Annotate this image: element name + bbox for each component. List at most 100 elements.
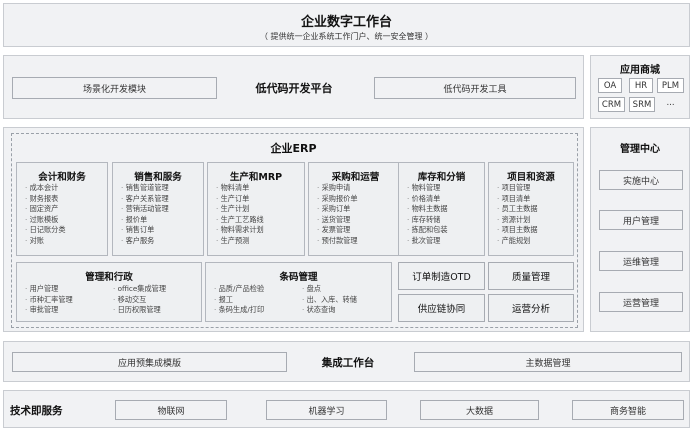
list-item: 财务报表 — [25, 194, 66, 205]
list-item: 价格清单 — [407, 194, 448, 205]
list-item: 生产订单 — [216, 194, 264, 205]
list-item: 资源计划 — [497, 215, 538, 226]
erp-panel: 企业ERP 会计和财务 成本会计 财务报表 固定资产 过账模板 日记账分类 对账… — [3, 127, 584, 332]
list-item: 过账模板 — [25, 215, 66, 226]
digital-workbench-subtitle: （ 提供统一企业系统工作门户、统一安全管理 ） — [259, 32, 434, 41]
list-item: 审批管理 — [25, 305, 73, 316]
module-production-mrp[interactable]: 生产和MRP 物料清单 生产订单 生产计划 生产工艺路线 物料需求计划 生产预测 — [207, 162, 305, 256]
list-item: 成本会计 — [25, 183, 66, 194]
operations-analysis-box[interactable]: 运营分析 — [488, 294, 574, 322]
list-item: 报工 — [214, 295, 264, 306]
digital-workbench-banner: 企业数字工作台 （ 提供统一企业系统工作门户、统一安全管理 ） — [3, 3, 690, 47]
list-item: 固定资产 — [25, 204, 66, 215]
list-item: 发票管理 — [317, 225, 358, 236]
list-item: 库存转储 — [407, 215, 448, 226]
list-item: 物料需求计划 — [216, 225, 264, 236]
app-crm-tile[interactable]: CRM — [598, 97, 625, 112]
machine-learning-box[interactable]: 机器学习 — [266, 400, 387, 420]
list-item: 出、入库、转储 — [302, 295, 357, 306]
lowcode-platform-title: 低代码开发平台 — [255, 82, 333, 95]
list-item: 采购申请 — [317, 183, 358, 194]
erp-title: 企业ERP — [270, 142, 317, 155]
list-item: 日记账分类 — [25, 225, 66, 236]
list-item: 员工主数据 — [497, 204, 538, 215]
list-item: 用户管理 — [25, 284, 73, 295]
module-admin[interactable]: 管理和行政 用户管理 币种汇率管理 审批管理 office集成管理 移动交互 日… — [16, 262, 202, 322]
module-item-list: 品质/产品检验 报工 条码生成/打印 — [214, 284, 265, 316]
module-item-list: 物料管理 价格清单 物料主数据 库存转储 拣配和包装 批次管理 — [407, 183, 448, 247]
list-item: 条码生成/打印 — [214, 305, 265, 316]
iot-box[interactable]: 物联网 — [115, 400, 227, 420]
app-hr-tile[interactable]: HR — [629, 78, 653, 93]
business-intelligence-box[interactable]: 商务智能 — [572, 400, 684, 420]
list-item: 产能规划 — [497, 236, 538, 247]
list-item: 营销活动管理 — [121, 204, 169, 215]
list-item: 生产工艺路线 — [216, 215, 264, 226]
module-sales-service[interactable]: 销售和服务 销售管道管理 客户关系管理 营销活动管理 报价单 销售订单 客户服务 — [112, 162, 204, 256]
module-title: 销售和服务 — [134, 172, 182, 183]
order-manufacturing-otd-box[interactable]: 订单制造OTD — [398, 262, 485, 290]
module-accounting-finance[interactable]: 会计和财务 成本会计 财务报表 固定资产 过账模板 日记账分类 对账 — [16, 162, 108, 256]
module-item-list: 项目管理 项目清单 员工主数据 资源计划 项目主数据 产能规划 — [497, 183, 538, 247]
list-item: 生产计划 — [216, 204, 264, 215]
user-management-button[interactable]: 用户管理 — [599, 210, 683, 230]
module-item-list: 盘点 出、入库、转储 状态查询 — [302, 284, 357, 316]
quality-management-box[interactable]: 质量管理 — [488, 262, 574, 290]
module-title: 会计和财务 — [38, 172, 86, 183]
list-item: 日历权限管理 — [113, 305, 166, 316]
tech-as-service-panel: 技术即服务 物联网 机器学习 大数据 商务智能 — [3, 390, 690, 428]
supply-chain-collab-box[interactable]: 供应链协同 — [398, 294, 485, 322]
list-item: office集成管理 — [113, 284, 166, 295]
list-item: 客户关系管理 — [121, 194, 169, 205]
list-item: 品质/产品检验 — [214, 284, 265, 295]
list-item: 拣配和包装 — [407, 225, 448, 236]
master-data-management-box[interactable]: 主数据管理 — [414, 352, 682, 372]
list-item: 币种汇率管理 — [25, 295, 73, 306]
module-project-resources[interactable]: 项目和资源 项目管理 项目清单 员工主数据 资源计划 项目主数据 产能规划 — [488, 162, 574, 256]
module-item-list: 物料清单 生产订单 生产计划 生产工艺路线 物料需求计划 生产预测 — [216, 183, 264, 247]
list-item: 采购报价单 — [317, 194, 358, 205]
module-procurement-ops[interactable]: 采购和运营 采购申请 采购报价单 采购订单 送货管理 发票管理 预付款管理 — [308, 162, 403, 256]
list-item: 物料主数据 — [407, 204, 448, 215]
list-item: 生产预测 — [216, 236, 264, 247]
list-item: 销售订单 — [121, 225, 169, 236]
list-item: 状态查询 — [302, 305, 357, 316]
module-barcode[interactable]: 条码管理 品质/产品检验 报工 条码生成/打印 盘点 出、入库、转储 状态查询 — [205, 262, 392, 322]
ops-maintenance-button[interactable]: 运维管理 — [599, 251, 683, 271]
module-item-list: 用户管理 币种汇率管理 审批管理 — [25, 284, 73, 316]
list-item: 预付款管理 — [317, 236, 358, 247]
list-item: 报价单 — [121, 215, 169, 226]
list-item: 项目管理 — [497, 183, 538, 194]
lowcode-platform-panel: 场景化开发模块 低代码开发平台 低代码开发工具 — [3, 55, 584, 119]
list-item: 送货管理 — [317, 215, 358, 226]
integration-workbench-title: 集成工作台 — [321, 357, 375, 369]
scenario-dev-module-box[interactable]: 场景化开发模块 — [12, 77, 217, 99]
lowcode-dev-tools-box[interactable]: 低代码开发工具 — [374, 77, 576, 99]
app-store-panel: 应用商城 OA HR PLM CRM SRM ... — [590, 55, 690, 119]
list-item: 项目主数据 — [497, 225, 538, 236]
big-data-box[interactable]: 大数据 — [420, 400, 539, 420]
module-item-list: office集成管理 移动交互 日历权限管理 — [113, 284, 166, 316]
list-item: 对账 — [25, 236, 66, 247]
module-title: 管理和行政 — [85, 272, 133, 283]
list-item: 移动交互 — [113, 295, 166, 306]
app-srm-tile[interactable]: SRM — [629, 97, 655, 112]
operations-management-button[interactable]: 运营管理 — [599, 292, 683, 312]
app-oa-tile[interactable]: OA — [598, 78, 622, 93]
module-title: 库存和分销 — [417, 172, 466, 183]
app-preintegration-template-box[interactable]: 应用预集成模版 — [12, 352, 287, 372]
tech-as-service-title: 技术即服务 — [10, 405, 63, 417]
app-more-label: ... — [666, 98, 675, 108]
app-store-title: 应用商城 — [620, 65, 660, 76]
management-center-title: 管理中心 — [620, 144, 660, 155]
module-item-list: 销售管道管理 客户关系管理 营销活动管理 报价单 销售订单 客户服务 — [121, 183, 169, 247]
module-title: 条码管理 — [279, 272, 318, 283]
list-item: 客户服务 — [121, 236, 169, 247]
list-item: 销售管道管理 — [121, 183, 169, 194]
list-item: 项目清单 — [497, 194, 538, 205]
implementation-center-button[interactable]: 实施中心 — [599, 170, 683, 190]
module-inventory-distribution[interactable]: 库存和分销 物料管理 价格清单 物料主数据 库存转储 拣配和包装 批次管理 — [398, 162, 485, 256]
list-item: 物料管理 — [407, 183, 448, 194]
module-item-list: 采购申请 采购报价单 采购订单 送货管理 发票管理 预付款管理 — [317, 183, 358, 247]
app-plm-tile[interactable]: PLM — [657, 78, 684, 93]
